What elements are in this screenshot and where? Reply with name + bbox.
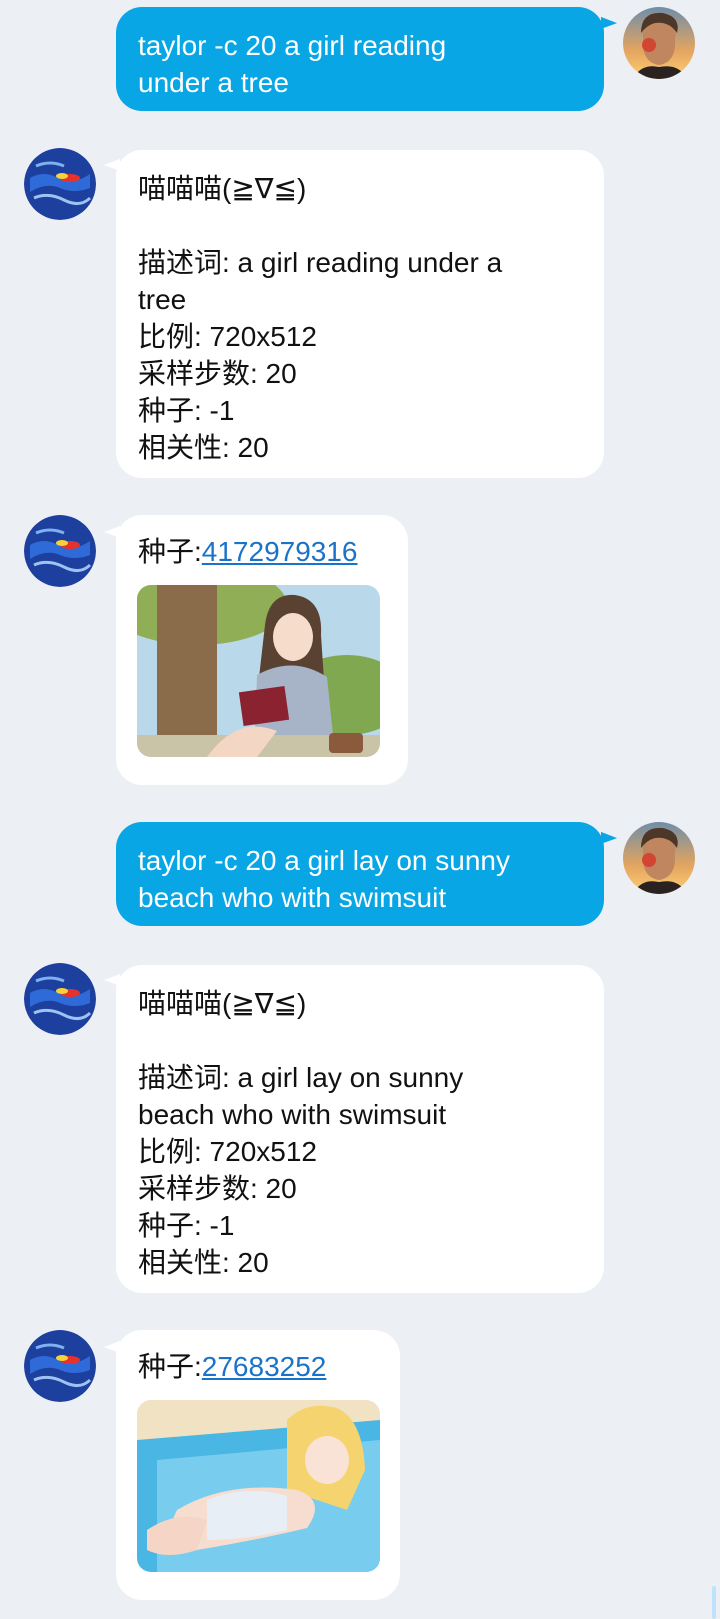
message-line: 相关性: 20 [138, 432, 269, 463]
beach-girl-image-icon [137, 1400, 380, 1572]
seed-label: 种子: [138, 536, 202, 567]
outgoing-bubble[interactable]: taylor -c 20 a girl reading under a tree [116, 7, 604, 111]
message-line: taylor -c 20 a girl reading [138, 30, 447, 61]
message-line: 采样步数: 20 [138, 358, 297, 389]
greeting-line: 喵喵喵(≧∇≦) [138, 173, 307, 204]
bubble-tail [601, 826, 617, 844]
message-line: 相关性: 20 [138, 1247, 269, 1278]
message-line: 比例: 720x512 [138, 321, 317, 352]
seed-line: 种子:27683252 [138, 1348, 378, 1385]
user-avatar[interactable] [623, 7, 695, 79]
seed-line: 种子:4172979316 [138, 533, 386, 570]
bot-avatar[interactable] [24, 515, 96, 587]
bot-avatar[interactable] [24, 148, 96, 220]
user-avatar-photo-icon [623, 822, 695, 894]
message-line: 描述词: a girl reading under a [138, 247, 503, 278]
generated-image[interactable] [137, 585, 380, 757]
message-line: beach who with swimsuit [138, 1099, 447, 1130]
greeting-line: 喵喵喵(≧∇≦) [138, 988, 307, 1019]
generated-image[interactable] [137, 1400, 380, 1572]
message-line: beach who with swimsuit [138, 882, 447, 913]
user-avatar-photo-icon [623, 7, 695, 79]
user-avatar[interactable] [623, 822, 695, 894]
reading-girl-image-icon [137, 585, 380, 757]
seed-label: 种子: [138, 1351, 202, 1382]
bubble-tail [601, 11, 617, 29]
message-line: 种子: -1 [138, 1210, 235, 1241]
message-line: tree [138, 284, 187, 315]
bot-avatar-globe-icon [24, 963, 96, 1035]
message-line: 比例: 720x512 [138, 1136, 317, 1167]
seed-link[interactable]: 27683252 [202, 1351, 327, 1382]
incoming-bubble[interactable]: 喵喵喵(≧∇≦) 描述词: a girl reading under a tre… [116, 150, 604, 478]
bot-avatar[interactable] [24, 1330, 96, 1402]
bot-avatar-globe-icon [24, 515, 96, 587]
message-line: under a tree [138, 67, 289, 98]
bot-avatar[interactable] [24, 963, 96, 1035]
message-line: taylor -c 20 a girl lay on sunny [138, 845, 510, 876]
bot-avatar-globe-icon [24, 1330, 96, 1402]
message-line: 描述词: a girl lay on sunny [138, 1062, 464, 1093]
message-line: 种子: -1 [138, 395, 235, 426]
outgoing-bubble[interactable]: taylor -c 20 a girl lay on sunny beach w… [116, 822, 604, 926]
scrollbar[interactable] [712, 1586, 716, 1619]
incoming-bubble[interactable]: 喵喵喵(≧∇≦) 描述词: a girl lay on sunny beach … [116, 965, 604, 1293]
bot-avatar-globe-icon [24, 148, 96, 220]
message-line: 采样步数: 20 [138, 1173, 297, 1204]
seed-link[interactable]: 4172979316 [202, 536, 358, 567]
